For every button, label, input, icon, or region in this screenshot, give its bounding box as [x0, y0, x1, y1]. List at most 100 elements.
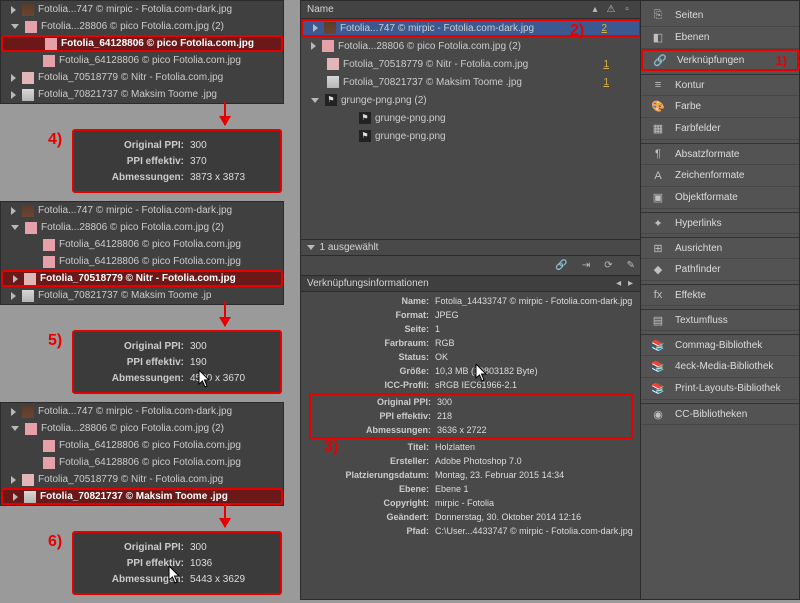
panel-item-absatzformate[interactable]: ¶Absatzformate	[641, 143, 799, 165]
edit-icon[interactable]: ✎	[627, 260, 635, 271]
panel-item-zeichenformate[interactable]: AZeichenformate	[641, 165, 799, 187]
layer-row[interactable]: Fotolia_64128806 © pico Fotolia.com.jpg	[1, 437, 283, 454]
nav-arrows[interactable]: ◂ ▸	[616, 278, 635, 289]
panel-item-objektformate[interactable]: ▣Objektformate	[641, 187, 799, 209]
chevron-icon[interactable]	[11, 426, 19, 431]
layer-row[interactable]: Fotolia_70821737 © Maksim Toome .jpg	[1, 488, 283, 505]
info-key: Platzierungsdatum:	[309, 470, 435, 480]
panel-item-4eck-media-bibliothek[interactable]: 📚4eck-Media-Bibliothek	[641, 356, 799, 378]
panel-label: Effekte	[675, 290, 706, 301]
links-column-header[interactable]: Name ▴ ⚠ ▫	[301, 1, 641, 19]
layer-row[interactable]: Fotolia_70821737 © Maksim Toome .jp	[1, 287, 283, 304]
page-badge[interactable]: 1	[603, 74, 609, 91]
chevron-icon[interactable]	[11, 207, 16, 215]
link-row[interactable]: Fotolia...747 © mirpic - Fotolia.com-dar…	[301, 19, 641, 37]
panel-icon: ⊞	[651, 242, 665, 255]
link-row[interactable]: Fotolia_70821737 © Maksim Toome .jpg1	[301, 73, 641, 91]
chevron-down-icon[interactable]	[307, 245, 315, 250]
relink-icon[interactable]: 🔗	[555, 260, 567, 271]
chevron-icon[interactable]	[11, 225, 19, 230]
panel-label: Hyperlinks	[675, 218, 722, 229]
sort-icon[interactable]: ▴	[587, 4, 603, 15]
layer-row[interactable]: Fotolia...28806 © pico Fotolia.com.jpg (…	[1, 219, 283, 236]
chevron-icon[interactable]	[311, 98, 319, 103]
layer-row[interactable]: Fotolia_64128806 © pico Fotolia.com.jpg	[1, 236, 283, 253]
panel-item-farbfelder[interactable]: ▦Farbfelder	[641, 118, 799, 140]
thumb-icon	[324, 22, 336, 34]
layer-row[interactable]: Fotolia...747 © mirpic - Fotolia.com-dar…	[1, 202, 283, 219]
chevron-icon[interactable]	[11, 408, 16, 416]
panel-label: CC-Bibliotheken	[675, 409, 747, 420]
chevron-icon[interactable]	[11, 91, 16, 99]
panel-item-cc-bibliotheken[interactable]: ◉CC-Bibliotheken	[641, 403, 799, 425]
chevron-icon[interactable]	[311, 42, 316, 50]
panel-icon: ⎘	[651, 9, 665, 22]
annotation-1: 1)	[775, 53, 787, 68]
update-icon[interactable]: ⟳	[604, 260, 612, 271]
layer-row[interactable]: Fotolia_70518779 © Nitr - Fotolia.com.jp…	[1, 471, 283, 488]
info-val: JPEG	[435, 310, 459, 320]
link-row[interactable]: ⚑grunge-png.png	[301, 127, 641, 145]
page-badge[interactable]: 1	[603, 56, 609, 73]
chevron-icon[interactable]	[13, 493, 18, 501]
layer-row[interactable]: Fotolia_70821737 © Maksim Toome .jpg	[1, 86, 283, 103]
link-row[interactable]: Fotolia_70518779 © Nitr - Fotolia.com.jp…	[301, 55, 641, 73]
page-badge[interactable]: 2	[601, 20, 607, 37]
panel-item-ausrichten[interactable]: ⊞Ausrichten	[641, 237, 799, 259]
info-val: Donnerstag, 30. Oktober 2014 12:16	[435, 512, 581, 522]
panel-item-kontur[interactable]: ≡Kontur	[641, 74, 799, 96]
layer-row[interactable]: Fotolia...747 © mirpic - Fotolia.com-dar…	[1, 403, 283, 420]
panel-icon: 📚	[651, 339, 665, 352]
layer-label: Fotolia...747 © mirpic - Fotolia.com-dar…	[38, 202, 232, 219]
layer-label: Fotolia_64128806 © pico Fotolia.com.jpg	[59, 52, 241, 69]
links-toolbar: 🔗 ⇥ ⟳ ✎	[301, 255, 641, 275]
panel-item-print-layouts-bibliothek[interactable]: 📚Print-Layouts-Bibliothek	[641, 378, 799, 400]
info-val: Adobe Photoshop 7.0	[435, 456, 522, 466]
layer-label: Fotolia...28806 © pico Fotolia.com.jpg (…	[41, 420, 224, 437]
thumb-icon	[22, 474, 34, 486]
chevron-icon[interactable]	[313, 24, 318, 32]
thumb-icon	[25, 222, 37, 234]
link-label: grunge-png.png (2)	[341, 92, 427, 109]
link-row[interactable]: ⚑grunge-png.png	[301, 109, 641, 127]
info-val: 370	[190, 156, 207, 167]
link-row[interactable]: Fotolia...28806 © pico Fotolia.com.jpg (…	[301, 37, 641, 55]
layer-row[interactable]: Fotolia...747 © mirpic - Fotolia.com-dar…	[1, 1, 283, 18]
chevron-icon[interactable]	[11, 292, 16, 300]
chevron-icon[interactable]	[11, 6, 16, 14]
link-row[interactable]: ⚑ grunge-png.png (2)	[301, 91, 641, 109]
thumb-icon: ⚑	[325, 94, 337, 106]
panel-item-effekte[interactable]: fxEffekte	[641, 284, 799, 306]
chevron-icon[interactable]	[11, 74, 16, 82]
chevron-icon[interactable]	[13, 275, 18, 283]
ppi-info-card: Original PPI:300PPI effektiv:370Abmessun…	[72, 129, 282, 193]
layer-row[interactable]: Fotolia...28806 © pico Fotolia.com.jpg (…	[1, 420, 283, 437]
panel-item-pathfinder[interactable]: ◆Pathfinder	[641, 259, 799, 281]
goto-icon[interactable]: ⇥	[582, 260, 590, 271]
layer-label: Fotolia...28806 © pico Fotolia.com.jpg (…	[41, 18, 224, 35]
info-key: Original PPI:	[84, 140, 184, 151]
layer-row[interactable]: Fotolia_64128806 © pico Fotolia.com.jpg	[1, 52, 283, 69]
panel-item-farbe[interactable]: 🎨Farbe	[641, 96, 799, 118]
layer-row[interactable]: Fotolia_70518779 © Nitr - Fotolia.com.jp…	[1, 270, 283, 287]
chevron-icon[interactable]	[11, 24, 19, 29]
panel-item-hyperlinks[interactable]: ✦Hyperlinks	[641, 212, 799, 234]
layer-row[interactable]: Fotolia_64128806 © pico Fotolia.com.jpg	[1, 35, 283, 52]
layer-row[interactable]: Fotolia_64128806 © pico Fotolia.com.jpg	[1, 253, 283, 270]
panel-item-ebenen[interactable]: ◧Ebenen	[641, 27, 799, 49]
panel-item-commag-bibliothek[interactable]: 📚Commag-Bibliothek	[641, 334, 799, 356]
layer-row[interactable]: Fotolia_70518779 © Nitr - Fotolia.com.jp…	[1, 69, 283, 86]
panel-item-textumfluss[interactable]: ▤Textumfluss	[641, 309, 799, 331]
info-key: Ersteller:	[309, 456, 435, 466]
info-key: Format:	[309, 310, 435, 320]
links-list[interactable]: Fotolia...747 © mirpic - Fotolia.com-dar…	[301, 19, 641, 239]
chevron-icon[interactable]	[11, 476, 16, 484]
layer-row[interactable]: Fotolia...28806 © pico Fotolia.com.jpg (…	[1, 18, 283, 35]
panel-item-verknüpfungen[interactable]: 🔗Verknüpfungen1)	[641, 49, 799, 71]
ppi-info-card: Original PPI:300PPI effektiv:190Abmessun…	[72, 330, 282, 394]
info-key: Farbraum:	[309, 338, 435, 348]
info-key: Pfad:	[309, 526, 435, 536]
layer-row[interactable]: Fotolia_64128806 © pico Fotolia.com.jpg	[1, 454, 283, 471]
panel-strip: ⎘Seiten◧Ebenen🔗Verknüpfungen1) ≡Kontur🎨Fa…	[640, 0, 800, 600]
panel-item-seiten[interactable]: ⎘Seiten	[641, 5, 799, 27]
